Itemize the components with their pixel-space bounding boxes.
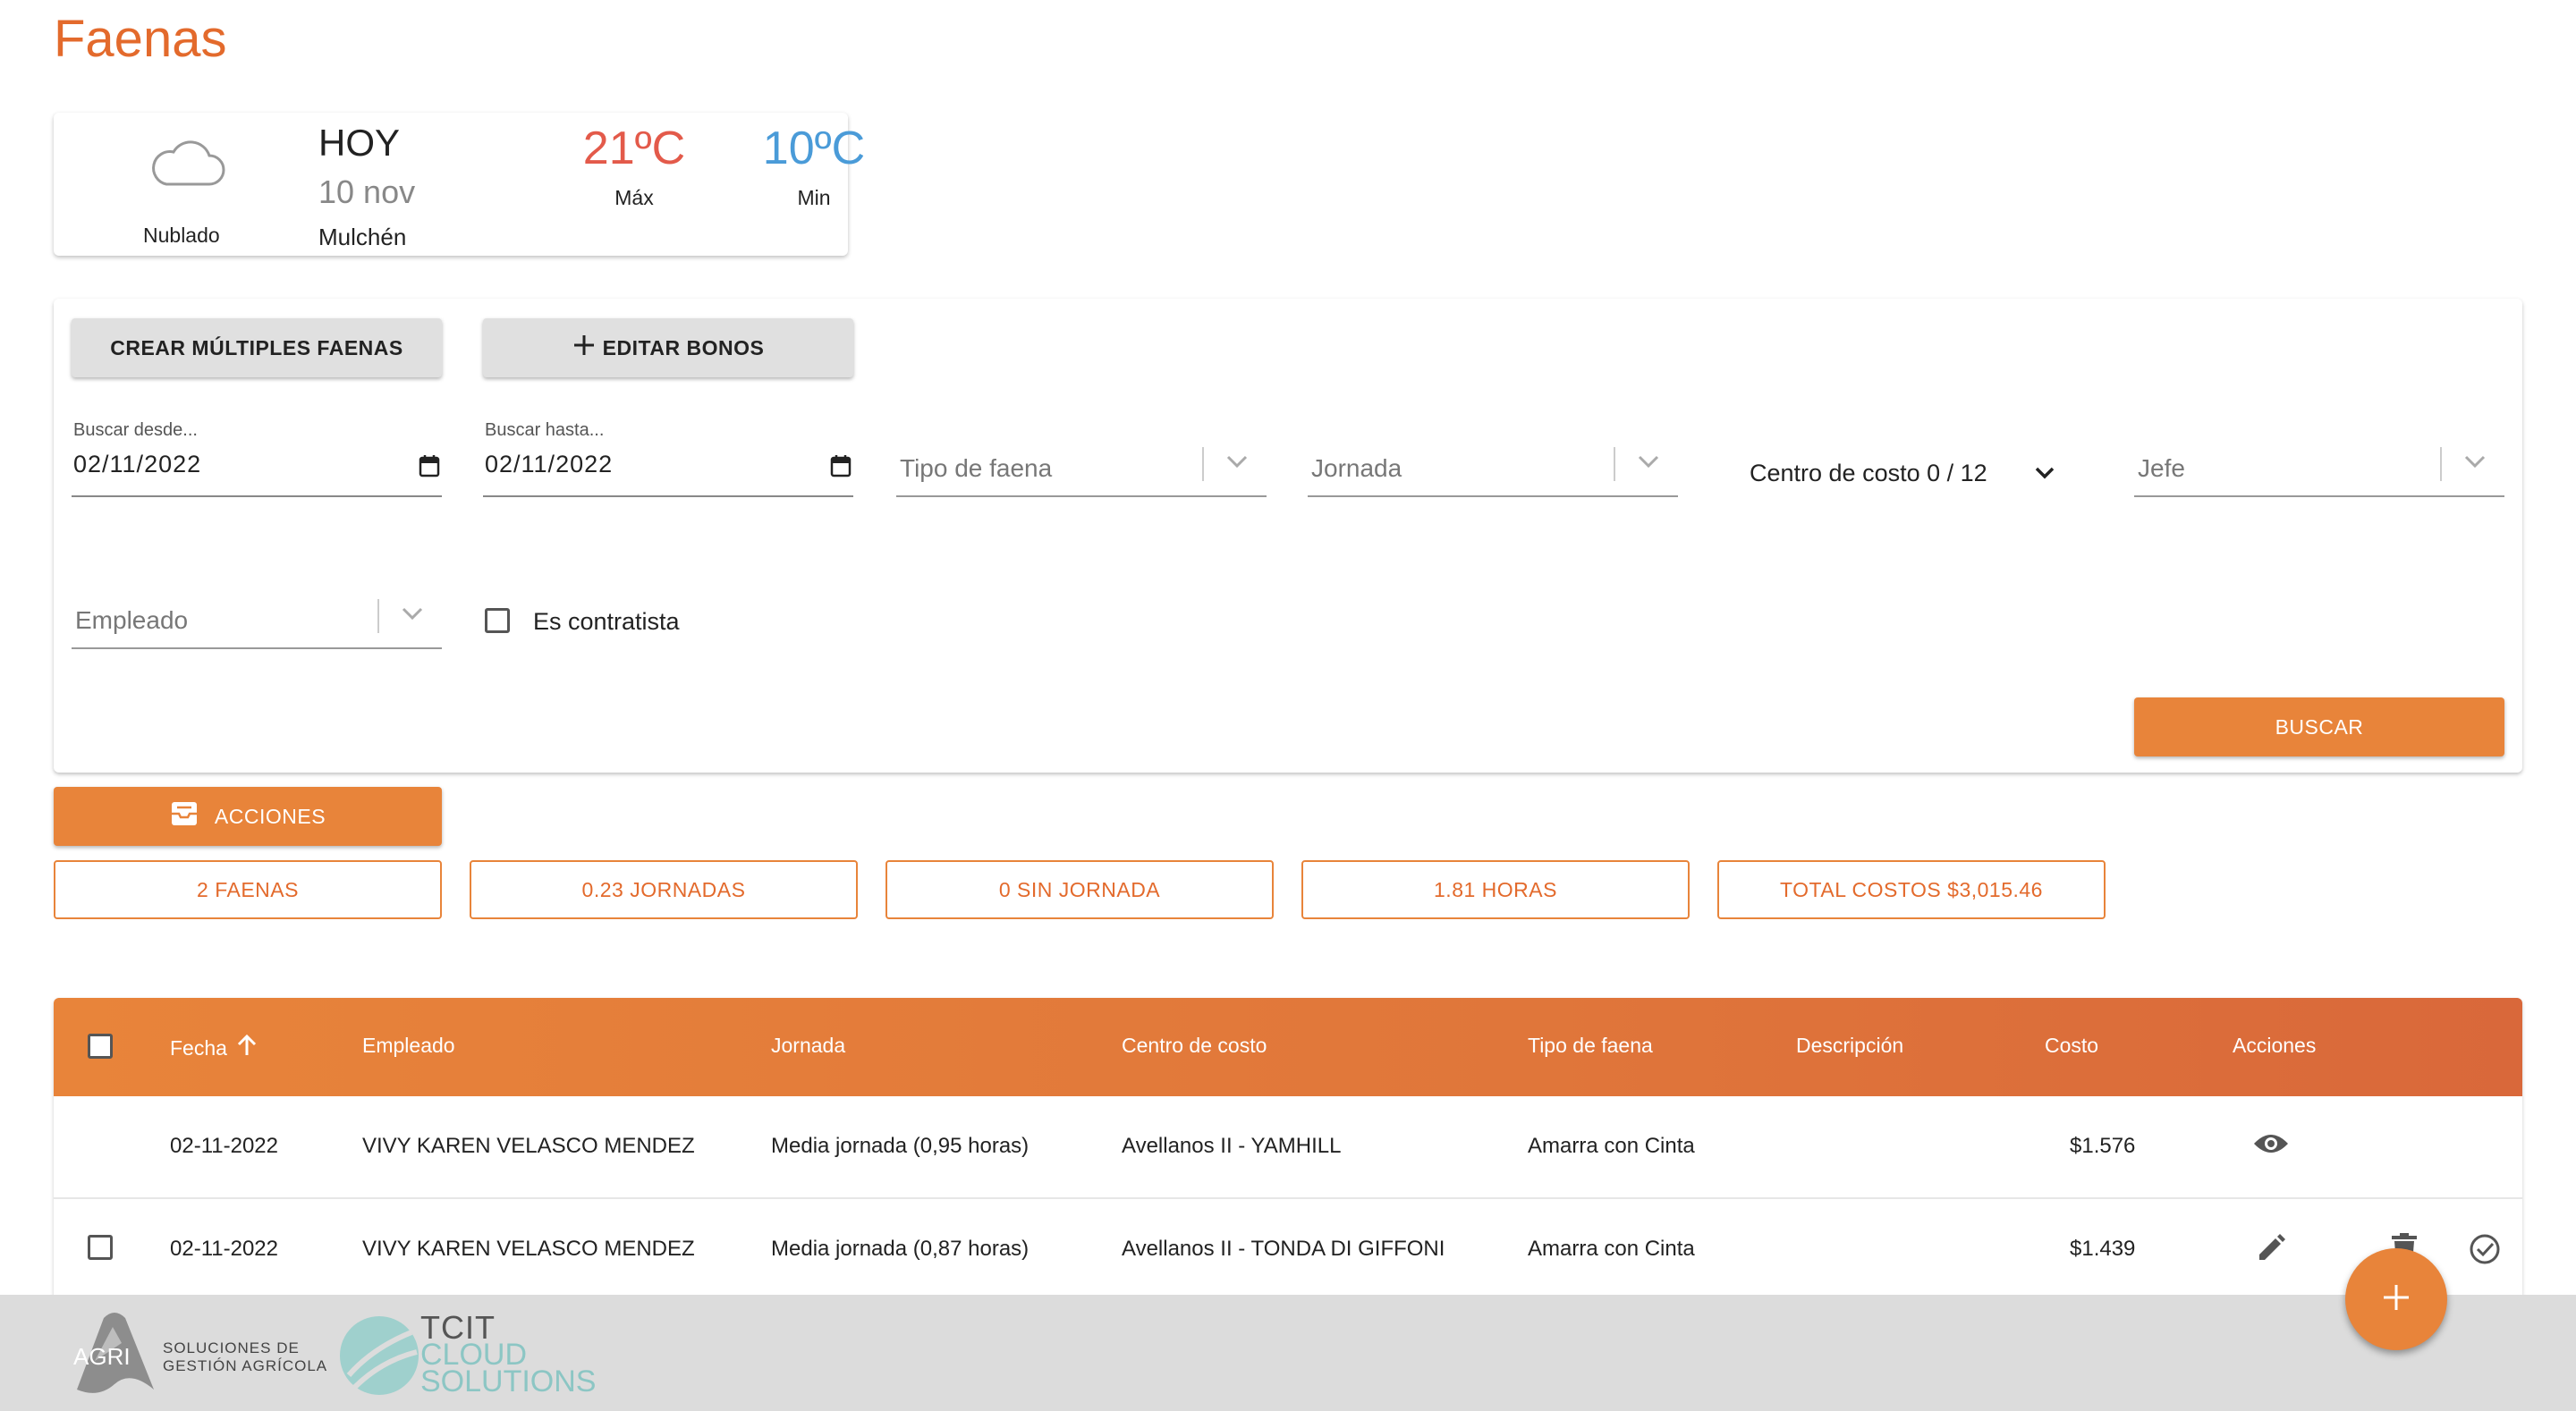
table-row[interactable]: 02-11-2022 VIVY KAREN VELASCO MENDEZ Med… [54,1199,2522,1302]
max-temperature: 21ºC [582,123,686,174]
header-cost[interactable]: Costo [2045,1034,2098,1058]
employee-placeholder: Empleado [75,606,189,634]
cost-center-select[interactable]: Centro de costo 0 / 12 [1750,460,1987,487]
header-actions: Acciones [2233,1034,2317,1057]
contractor-checkbox[interactable] [485,608,510,633]
inbox-icon [170,800,199,832]
create-multiple-tasks-button[interactable]: CREAR MÚLTIPLES FAENAS [72,318,442,377]
date-to-field[interactable]: Buscar hasta... 02/11/2022 [483,420,853,497]
weather-date: 10 nov [318,173,416,210]
stat-total-costs[interactable]: TOTAL COSTOS $3,015.46 [1717,860,2106,919]
shift-placeholder: Jornada [1311,454,1402,482]
stat-shifts[interactable]: 0.23 JORNADAS [470,860,858,919]
chevron-down-icon[interactable] [1225,452,1249,475]
employee-select[interactable]: Empleado [72,596,442,649]
filter-panel: CREAR MÚLTIPLES FAENAS EDITAR BONOS Busc… [54,299,2522,773]
shift-select[interactable]: Jornada [1308,444,1678,497]
cloud-icon [147,138,227,196]
cell-task-type: Amarra con Cinta [1528,1134,1695,1158]
select-all-checkbox[interactable] [88,1034,113,1059]
header-description[interactable]: Descripción [1796,1034,1903,1058]
search-button-label: BUSCAR [2275,714,2364,739]
create-multiple-tasks-label: CREAR MÚLTIPLES FAENAS [110,335,403,359]
plus-icon [2381,1282,2411,1317]
plus-icon [572,334,596,362]
cell-cost: $1.576 [2070,1134,2136,1158]
weather-card: Nublado HOY 10 nov Mulchén 21ºC Máx 10ºC… [54,113,865,256]
boss-placeholder: Jefe [2138,454,2185,482]
eye-icon[interactable] [2252,1130,2290,1162]
date-from-value: 02/11/2022 [73,451,202,477]
stat-hours[interactable]: 1.81 HORAS [1301,860,1690,919]
cell-date: 02-11-2022 [170,1237,278,1261]
agri-logo-icon: AGRI [68,1307,161,1405]
min-temperature: 10ºC [762,123,866,174]
weather-day-label: HOY [318,122,401,164]
header-task-type[interactable]: Tipo de faena [1528,1034,1653,1058]
date-from-field[interactable]: Buscar desde... 02/11/2022 [72,420,442,497]
page-title: Faenas [54,10,227,68]
contractor-label: Es contratista [533,608,680,635]
weather-condition: Nublado [143,224,220,247]
calendar-icon[interactable] [830,454,852,482]
chevron-down-icon[interactable] [2034,465,2055,486]
actions-label: ACCIONES [214,804,326,828]
header-shift[interactable]: Jornada [771,1034,845,1058]
calendar-icon[interactable] [419,454,440,482]
cost-center-label: Centro de costo 0 / 12 [1750,460,1987,486]
task-type-placeholder: Tipo de faena [900,454,1053,482]
boss-select[interactable]: Jefe [2134,444,2504,497]
date-to-value: 02/11/2022 [485,451,614,477]
edit-bonus-button[interactable]: EDITAR BONOS [483,318,853,377]
date-from-label: Buscar desde... [73,420,198,440]
footer: AGRI SOLUCIONES DE GESTIÓN AGRÍCOLA TCIT… [0,1295,2576,1411]
chevron-down-icon[interactable] [401,604,424,627]
max-temperature-label: Máx [614,186,654,209]
check-circle-icon[interactable] [2469,1233,2501,1270]
search-button[interactable]: BUSCAR [2134,697,2504,756]
table-header: Fecha Empleado Jornada Centro de costo T… [54,998,2522,1096]
row-checkbox[interactable] [88,1235,113,1260]
stat-tasks[interactable]: 2 FAENAS [54,860,442,919]
cell-cost-center: Avellanos II - YAMHILL [1122,1134,1342,1158]
agri-logo-text: AGRI [73,1343,131,1370]
cell-task-type: Amarra con Cinta [1528,1237,1695,1261]
arrow-up-icon [236,1034,258,1062]
cell-cost: $1.439 [2070,1237,2136,1261]
stat-no-shift[interactable]: 0 SIN JORNADA [886,860,1274,919]
pencil-icon[interactable] [2256,1233,2286,1268]
tcit-logo-icon [336,1313,422,1403]
cell-cost-center: Avellanos II - TONDA DI GIFFONI [1122,1237,1445,1261]
chevron-down-icon[interactable] [1637,452,1660,475]
cell-employee: VIVY KAREN VELASCO MENDEZ [362,1134,695,1158]
cell-employee: VIVY KAREN VELASCO MENDEZ [362,1237,695,1261]
cell-shift: Media jornada (0,87 horas) [771,1237,1030,1261]
chevron-down-icon[interactable] [2463,452,2487,475]
min-temperature-label: Min [797,186,831,209]
actions-button[interactable]: ACCIONES [54,787,442,846]
header-employee[interactable]: Empleado [362,1034,455,1058]
cell-shift: Media jornada (0,95 horas) [771,1134,1030,1158]
task-type-select[interactable]: Tipo de faena [896,444,1267,497]
tcit-logo-text: TCIT CLOUD SOLUTIONS [420,1309,597,1398]
edit-bonus-label: EDITAR BONOS [602,335,765,359]
agri-tagline: SOLUCIONES DE GESTIÓN AGRÍCOLA [163,1339,328,1374]
date-to-label: Buscar hasta... [485,420,605,440]
weather-city: Mulchén [318,224,407,250]
header-date[interactable]: Fecha [170,1034,258,1062]
add-task-fab[interactable] [2345,1248,2447,1350]
table-row[interactable]: 02-11-2022 VIVY KAREN VELASCO MENDEZ Med… [54,1096,2522,1199]
header-cost-center[interactable]: Centro de costo [1122,1034,1267,1058]
cell-date: 02-11-2022 [170,1134,278,1158]
